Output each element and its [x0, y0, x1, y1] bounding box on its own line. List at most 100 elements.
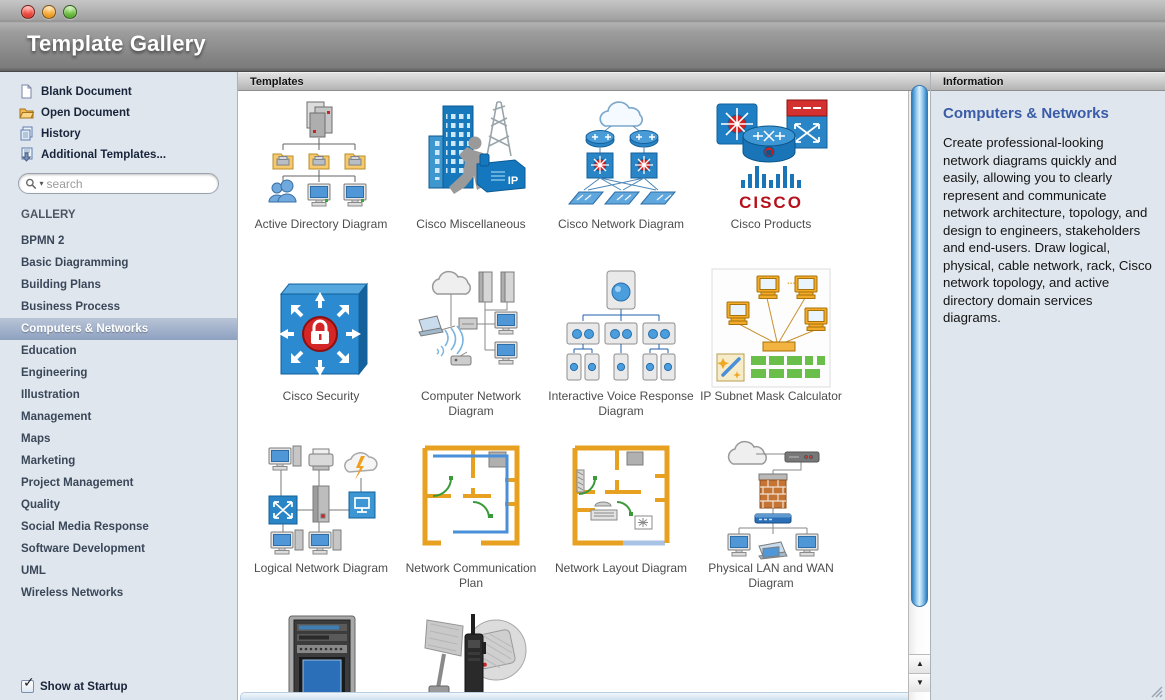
template-interactive-voice-response-diagram[interactable]: Interactive Voice Response Diagram [546, 267, 696, 439]
template-network-layout-diagram[interactable]: Network Layout Diagram [546, 439, 696, 611]
scroll-up-button[interactable]: ▲ [909, 654, 931, 673]
template-label: Logical Network Diagram [253, 561, 389, 575]
sidebar-item-label: Additional Templates... [41, 148, 167, 161]
info-title: Computers & Networks [943, 105, 1109, 122]
minimize-button[interactable] [42, 5, 56, 19]
info-description: Create professional-looking network diag… [943, 135, 1152, 325]
scrollbar-thumb[interactable] [911, 85, 928, 607]
history-pages-icon [20, 126, 33, 141]
template-wireless-equipment[interactable] [396, 611, 546, 700]
scroll-up-icon: ▲ [916, 659, 924, 668]
template-network-communication-plan[interactable]: Network Communication Plan [396, 439, 546, 611]
category-maps[interactable]: Maps [0, 428, 237, 450]
template-label: Cisco Security [282, 389, 360, 403]
sidebar-item-open-document[interactable]: Open Document [0, 102, 237, 123]
category-project-management[interactable]: Project Management [0, 472, 237, 494]
category-marketing[interactable]: Marketing [0, 450, 237, 472]
show-at-startup-label: Show at Startup [40, 680, 128, 693]
svg-text:SI: SI [766, 151, 772, 157]
template-computer-network-diagram[interactable]: Computer Network Diagram [396, 267, 546, 439]
template-label: Network Layout Diagram [554, 561, 688, 575]
sidebar-item-label: Open Document [41, 106, 130, 119]
category-computers-networks[interactable]: Computers & Networks [0, 318, 237, 340]
template-label: Computer Network Diagram [420, 389, 522, 418]
vertical-scrollbar[interactable]: ▲ ▼ [908, 85, 931, 700]
template-label: Cisco Miscellaneous [416, 217, 526, 231]
checkmark-icon: ✓ [23, 675, 35, 691]
svg-text:...: ... [787, 276, 796, 287]
category-basic-diagramming[interactable]: Basic Diagramming [0, 252, 237, 274]
template-logical-network-diagram[interactable]: Logical Network Diagram [246, 439, 396, 611]
network-layout-diagram-thumbnail [572, 445, 670, 546]
gallery-section-header: GALLERY [21, 209, 76, 221]
logical-network-diagram-thumbnail [268, 445, 378, 555]
search-scope-dropdown-icon[interactable]: ▾ [40, 179, 44, 188]
cisco-miscellaneous-thumbnail: IP [428, 101, 526, 194]
resize-grip-icon[interactable] [1148, 683, 1163, 698]
category-wireless-networks[interactable]: Wireless Networks [0, 582, 237, 604]
template-physical-lan-and-wan-diagram[interactable]: Physical LAN and WAN Diagram [696, 439, 846, 611]
svg-text:IP: IP [508, 175, 518, 187]
search-field[interactable]: ▾ [18, 173, 219, 194]
template-label: IP Subnet Mask Calculator [700, 389, 842, 403]
templates-panel-header: Templates [238, 72, 930, 91]
search-input[interactable] [46, 176, 212, 191]
category-building-plans[interactable]: Building Plans [0, 274, 237, 296]
template-label: Interactive Voice Response Diagram [548, 389, 694, 418]
svg-text:CISCO: CISCO [739, 193, 803, 212]
interactive-voice-response-thumbnail [566, 270, 676, 381]
template-cisco-miscellaneous[interactable]: IP Cisco Miscellaneous [396, 95, 546, 267]
sidebar-item-additional-templates[interactable]: Additional Templates... [0, 144, 237, 165]
template-active-directory-diagram[interactable]: Active Directory Diagram [246, 95, 396, 267]
category-illustration[interactable]: Illustration [0, 384, 237, 406]
close-button[interactable] [21, 5, 35, 19]
template-label: Network Communication Plan [405, 561, 537, 590]
show-at-startup-row: ✓ Show at Startup [21, 675, 128, 693]
template-rack-diagram[interactable] [246, 611, 396, 700]
template-cisco-products[interactable]: SI CISCO Cisco Products [696, 95, 846, 267]
cisco-security-thumbnail [279, 282, 369, 376]
template-label: Physical LAN and WAN Diagram [708, 561, 834, 590]
scroll-down-button[interactable]: ▼ [909, 673, 931, 692]
template-ip-subnet-mask-calculator[interactable]: ... IP Subnet Mask Calculator [696, 267, 846, 439]
window-controls [21, 5, 77, 19]
template-gallery-window: Template Gallery Blank Document Open Doc… [0, 0, 1165, 700]
template-grid: Active Directory Diagram IP Cisco Miscel… [246, 95, 846, 700]
category-engineering[interactable]: Engineering [0, 362, 237, 384]
horizontal-scrollbar[interactable] [240, 692, 928, 700]
search-icon [25, 178, 37, 189]
physical-lan-wan-diagram-thumbnail [727, 440, 820, 560]
window-titlebar[interactable]: Template Gallery [0, 0, 1165, 72]
sidebar-item-history[interactable]: History [0, 123, 237, 144]
show-at-startup-checkbox[interactable]: ✓ [21, 675, 35, 693]
template-cisco-security[interactable]: Cisco Security [246, 267, 396, 439]
category-management[interactable]: Management [0, 406, 237, 428]
template-label: Cisco Products [730, 217, 812, 231]
open-folder-icon [19, 108, 34, 119]
computer-network-diagram-thumbnail [418, 270, 518, 366]
cisco-network-diagram-thumbnail [567, 101, 677, 205]
blank-document-icon [21, 84, 32, 99]
information-panel: Information Computers & Networks Create … [930, 72, 1165, 700]
sidebar-item-label: Blank Document [41, 85, 132, 98]
sidebar-item-blank-document[interactable]: Blank Document [0, 81, 237, 102]
information-panel-header: Information [931, 72, 1165, 91]
category-software-development[interactable]: Software Development [0, 538, 237, 560]
download-template-icon [21, 147, 33, 162]
category-business-process[interactable]: Business Process [0, 296, 237, 318]
category-social-media-response[interactable]: Social Media Response [0, 516, 237, 538]
template-cisco-network-diagram[interactable]: Cisco Network Diagram [546, 95, 696, 267]
category-quality[interactable]: Quality [0, 494, 237, 516]
zoom-button[interactable] [63, 5, 77, 19]
scrollbar-buttons: ▲ ▼ [909, 654, 931, 692]
category-bpmn-2[interactable]: BPMN 2 [0, 230, 237, 252]
category-education[interactable]: Education [0, 340, 237, 362]
category-uml[interactable]: UML [0, 560, 237, 582]
window-title: Template Gallery [27, 31, 206, 56]
active-directory-thumbnail [268, 101, 367, 207]
category-list: BPMN 2 Basic Diagramming Building Plans … [0, 230, 237, 604]
cisco-products-thumbnail: SI CISCO [716, 99, 828, 212]
sidebar-item-label: History [41, 127, 81, 140]
network-communication-plan-thumbnail [422, 445, 520, 546]
template-label: Cisco Network Diagram [557, 217, 685, 231]
